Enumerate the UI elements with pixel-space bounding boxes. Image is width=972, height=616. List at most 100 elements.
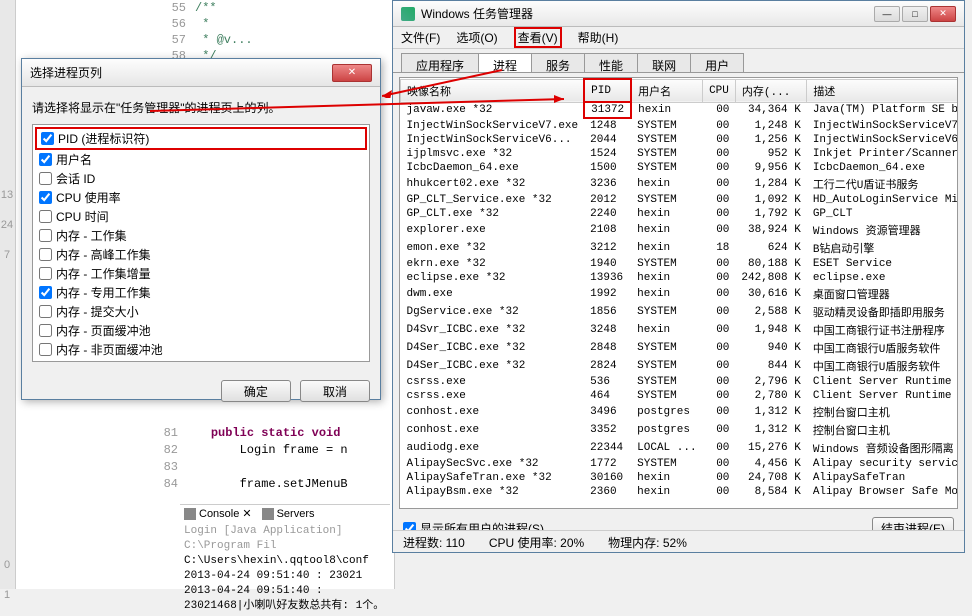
code-line: Login frame = n (182, 442, 348, 459)
process-cell: hexin (631, 321, 702, 339)
process-row[interactable]: audiodg.exe22344LOCAL ...0015,276 KWindo… (401, 439, 959, 457)
tab-servers[interactable]: Servers (262, 508, 315, 520)
process-cell: csrss.exe (401, 389, 585, 403)
column-header[interactable]: PID (584, 79, 631, 102)
status-cpu-usage: CPU 使用率: 20% (489, 534, 584, 549)
process-cell: 30,616 K (735, 285, 806, 303)
process-cell: 00 (703, 357, 736, 375)
process-row[interactable]: D4Ser_ICBC.exe *322848SYSTEM00940 K中国工商银… (401, 339, 959, 357)
process-row[interactable]: D4Svr_ICBC.exe *323248hexin001,948 K中国工商… (401, 321, 959, 339)
process-cell: javaw.exe *32 (401, 102, 585, 118)
process-cell: GP_CLT_Service.exe *32 (401, 193, 585, 207)
process-list-area[interactable]: 映像名称PID用户名CPU内存(...描述 javaw.exe *3231372… (399, 77, 958, 509)
process-cell: 00 (703, 285, 736, 303)
tab-console[interactable]: Console ✕ (184, 507, 252, 520)
process-cell: conhost.exe (401, 403, 585, 421)
column-check-item[interactable]: 页面错误 (35, 359, 367, 362)
process-row[interactable]: InjectWinSockServiceV7.exe1248SYSTEM001,… (401, 118, 959, 133)
process-row[interactable]: D4Ser_ICBC.exe *322824SYSTEM00844 K中国工商银… (401, 357, 959, 375)
taskmgr-titlebar[interactable]: Windows 任务管理器 — □ ✕ (393, 1, 964, 27)
column-checkbox[interactable] (39, 286, 52, 299)
column-header[interactable]: 用户名 (631, 79, 702, 102)
process-row[interactable]: explorer.exe2108hexin0038,924 KWindows 资… (401, 221, 959, 239)
column-header[interactable]: 映像名称 (401, 79, 585, 102)
column-check-item[interactable]: 用户名 (35, 150, 367, 169)
column-checkbox[interactable] (39, 153, 52, 166)
process-cell: 30160 (584, 471, 631, 485)
column-checkbox[interactable] (41, 132, 54, 145)
process-row[interactable]: GP_CLT.exe *322240hexin001,792 KGP_CLT (401, 207, 959, 221)
process-row[interactable]: InjectWinSockServiceV6...2044SYSTEM001,2… (401, 133, 959, 147)
process-row[interactable]: dwm.exe1992hexin0030,616 K桌面窗口管理器 (401, 285, 959, 303)
maximize-icon[interactable]: □ (902, 6, 928, 22)
column-header[interactable]: CPU (703, 79, 736, 102)
process-row[interactable]: AlipayBsm.exe *322360hexin008,584 KAlipa… (401, 485, 959, 499)
column-check-item[interactable]: 内存 - 页面缓冲池 (35, 321, 367, 340)
column-check-item[interactable]: CPU 时间 (35, 207, 367, 226)
menu-item[interactable]: 选项(O) (456, 29, 497, 46)
process-cell: emon.exe *32 (401, 239, 585, 257)
cancel-button[interactable]: 取消 (300, 380, 370, 402)
close-icon[interactable]: ✕ (332, 64, 372, 82)
column-check-item[interactable]: 内存 - 工作集 (35, 226, 367, 245)
column-checkbox[interactable] (39, 343, 52, 356)
column-check-item[interactable]: 内存 - 专用工作集 (35, 283, 367, 302)
column-checkbox[interactable] (39, 210, 52, 223)
column-check-item[interactable]: 会话 ID (35, 169, 367, 188)
column-label: 内存 - 工作集 (56, 227, 127, 244)
menu-item[interactable]: 文件(F) (401, 29, 440, 46)
process-row[interactable]: hhukcert02.exe *323236hexin001,284 K工行二代… (401, 175, 959, 193)
ok-button[interactable]: 确定 (221, 380, 291, 402)
column-checklist[interactable]: PID (进程标识符)用户名会话 IDCPU 使用率CPU 时间内存 - 工作集… (32, 124, 370, 362)
tab-性能[interactable]: 性能 (584, 53, 638, 72)
menu-item[interactable]: 帮助(H) (578, 29, 619, 46)
code-line (182, 459, 348, 476)
column-check-item[interactable]: 内存 - 非页面缓冲池 (35, 340, 367, 359)
column-checkbox[interactable] (39, 248, 52, 261)
column-check-item[interactable]: 内存 - 工作集增量 (35, 264, 367, 283)
column-checkbox[interactable] (39, 267, 52, 280)
column-check-item[interactable]: 内存 - 高峰工作集 (35, 245, 367, 264)
column-check-item[interactable]: CPU 使用率 (35, 188, 367, 207)
process-row[interactable]: AlipaySecSvc.exe *321772SYSTEM004,456 KA… (401, 457, 959, 471)
column-checkbox[interactable] (39, 191, 52, 204)
column-check-item[interactable]: PID (进程标识符) (35, 127, 367, 150)
console-output[interactable]: Login [Java Application] C:\Program Fil … (180, 522, 390, 616)
process-cell: 00 (703, 175, 736, 193)
tab-进程[interactable]: 进程 (478, 53, 532, 72)
process-row[interactable]: conhost.exe3496postgres001,312 K控制台窗口主机 (401, 403, 959, 421)
column-check-item[interactable]: 内存 - 提交大小 (35, 302, 367, 321)
process-cell: 00 (703, 403, 736, 421)
process-row[interactable]: conhost.exe3352postgres001,312 K控制台窗口主机 (401, 421, 959, 439)
process-cell: 1,312 K (735, 403, 806, 421)
column-checkbox[interactable] (39, 324, 52, 337)
process-row[interactable]: emon.exe *323212hexin18624 KB钻启动引擎 (401, 239, 959, 257)
process-cell: SYSTEM (631, 257, 702, 271)
process-row[interactable]: GP_CLT_Service.exe *322012SYSTEM001,092 … (401, 193, 959, 207)
process-row[interactable]: csrss.exe536SYSTEM002,796 KClient Server… (401, 375, 959, 389)
tab-服务[interactable]: 服务 (531, 53, 585, 72)
tab-联网[interactable]: 联网 (637, 53, 691, 72)
minimize-icon[interactable]: — (874, 6, 900, 22)
tab-应用程序[interactable]: 应用程序 (401, 53, 479, 72)
process-row[interactable]: csrss.exe464SYSTEM002,780 KClient Server… (401, 389, 959, 403)
tab-用户[interactable]: 用户 (690, 53, 744, 72)
menu-item[interactable]: 查看(V) (514, 27, 562, 48)
process-row[interactable]: eclipse.exe *3213936hexin00242,808 Kecli… (401, 271, 959, 285)
taskmgr-title-text: Windows 任务管理器 (421, 5, 533, 22)
dialog-titlebar[interactable]: 选择进程页列 ✕ (22, 59, 380, 87)
column-header[interactable]: 描述 (807, 79, 958, 102)
process-cell: LOCAL ... (631, 439, 702, 457)
process-row[interactable]: ekrn.exe *321940SYSTEM0080,188 KESET Ser… (401, 257, 959, 271)
close-icon[interactable]: ✕ (930, 6, 956, 22)
process-cell: InjectWinSockServiceV6... (401, 133, 585, 147)
column-checkbox[interactable] (39, 172, 52, 185)
column-checkbox[interactable] (39, 229, 52, 242)
process-row[interactable]: ijplmsvc.exe *321524SYSTEM00952 KInkjet … (401, 147, 959, 161)
column-checkbox[interactable] (39, 305, 52, 318)
process-row[interactable]: AlipaySafeTran.exe *3230160hexin0024,708… (401, 471, 959, 485)
process-row[interactable]: IcbcDaemon_64.exe1500SYSTEM009,956 KIcbc… (401, 161, 959, 175)
process-row[interactable]: javaw.exe *3231372hexin0034,364 KJava(TM… (401, 102, 959, 118)
process-row[interactable]: DgService.exe *321856SYSTEM002,588 K驱动精灵… (401, 303, 959, 321)
column-header[interactable]: 内存(... (735, 79, 806, 102)
